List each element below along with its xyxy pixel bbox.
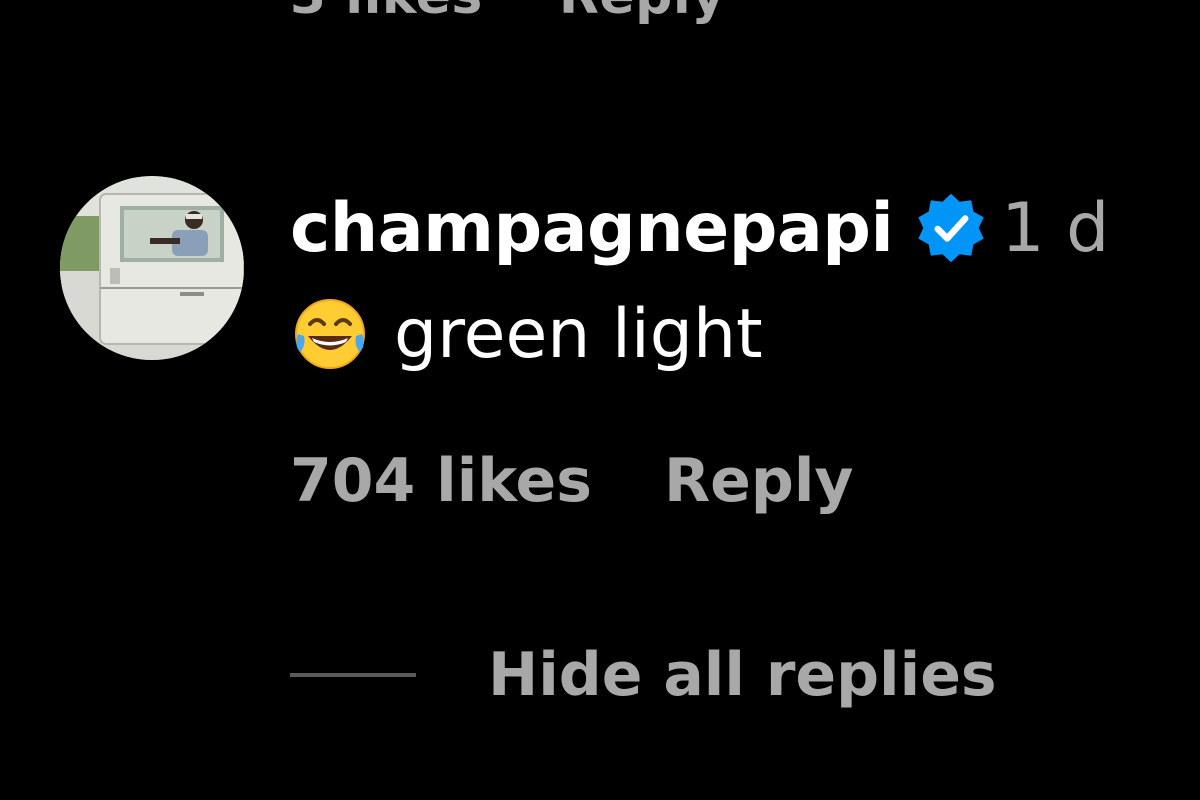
comment-header: champagnepapi 1 d [290,186,1109,270]
username-link[interactable]: champagnepapi [290,189,894,268]
comment-timestamp: 1 d [1001,188,1110,268]
previous-likes-count[interactable]: 3 likes [290,0,483,26]
comment-actions: 704 likes Reply [290,446,854,516]
verified-badge-icon [913,190,989,266]
comment-body: green light [290,292,763,376]
hide-replies-button[interactable]: Hide all replies [290,640,997,710]
divider-line [290,673,416,677]
comment-text: green light [394,294,763,374]
hide-replies-label: Hide all replies [488,640,997,710]
previous-reply-button[interactable]: Reply [559,0,726,26]
comments-thread: 3 likes Reply champagnepapi 1 d [0,0,1200,800]
reply-button[interactable]: Reply [664,446,854,516]
previous-comment-actions: 3 likes Reply [290,0,726,26]
likes-count-button[interactable]: 704 likes [290,446,592,516]
laughing-emoji-icon [290,294,370,374]
avatar[interactable] [60,176,244,360]
